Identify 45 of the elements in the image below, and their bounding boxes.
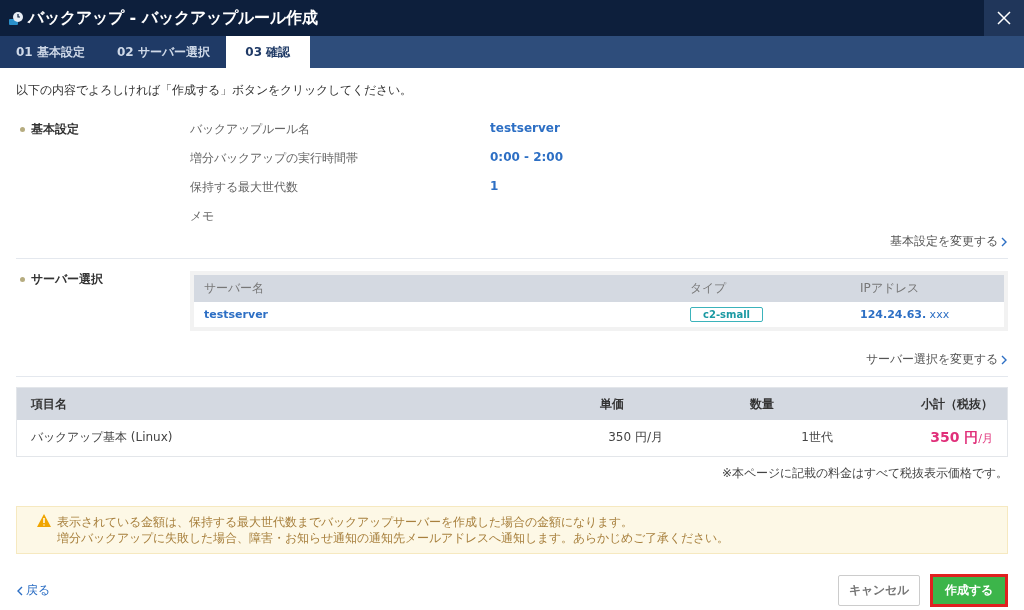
column-header: 小計（税抜） bbox=[847, 388, 1007, 420]
instruction-text: 以下の内容でよろしければ「作成する」ボタンをクリックしてください。 bbox=[16, 82, 413, 99]
column-header: 数量 bbox=[677, 388, 847, 420]
back-link[interactable]: 戻る bbox=[16, 582, 50, 599]
field-label: 増分バックアップの実行時間帯 bbox=[190, 150, 359, 167]
close-button[interactable] bbox=[984, 0, 1024, 36]
field-label: バックアップルール名 bbox=[190, 121, 311, 138]
table-cell-text: 350 円/月 bbox=[607, 429, 664, 446]
close-icon bbox=[997, 11, 1011, 25]
window-title: バックアップ - バックアップルール作成 bbox=[28, 7, 319, 29]
field-value: 0:00 - 2:00 bbox=[490, 150, 564, 166]
subtotal-amount: 350 円 bbox=[930, 429, 979, 447]
column-header: 項目名 bbox=[17, 388, 547, 420]
chevron-right-icon bbox=[1000, 354, 1008, 365]
column-header: 単価 bbox=[547, 388, 677, 420]
server-name-cell: testserver bbox=[194, 302, 680, 327]
server-type-tag: c2-small bbox=[690, 307, 763, 322]
step-tab[interactable]: 03 確認 bbox=[225, 36, 310, 68]
subtotal-unit: /月 bbox=[978, 432, 993, 446]
ip-address-text: 124.24.63. xxx bbox=[860, 308, 950, 321]
column-header: IPアドレス bbox=[850, 275, 1004, 302]
field-label: メモ bbox=[190, 208, 215, 225]
chevron-left-icon bbox=[16, 585, 24, 596]
section-heading: 基本設定 bbox=[31, 121, 79, 138]
field-label: 保持する最大世代数 bbox=[190, 179, 299, 196]
table-cell-text: バックアップ基本 (Linux) bbox=[30, 429, 174, 446]
bullet-icon bbox=[20, 127, 25, 132]
change-link[interactable]: サーバー選択を変更する bbox=[866, 351, 1008, 368]
step-tab[interactable]: 02 サーバー選択 bbox=[100, 36, 226, 68]
chevron-right-icon bbox=[1000, 236, 1008, 247]
bullet-icon bbox=[20, 277, 25, 282]
change-link[interactable]: 基本設定を変更する bbox=[890, 233, 1008, 250]
field-value: testserver bbox=[490, 121, 561, 137]
backup-clock-icon bbox=[8, 10, 24, 26]
cancel-button[interactable]: キャンセル bbox=[838, 575, 920, 606]
section-heading: サーバー選択 bbox=[31, 271, 103, 288]
tax-note: ※本ページに記載の料金はすべて税抜表示価格です。 bbox=[720, 465, 1008, 482]
warning-text: 増分バックアップに失敗した場合、障害・お知らせ通知の通知先メールアドレスへ通知します。あらかじめご了承ください。 bbox=[57, 530, 729, 546]
table-cell-text: 1世代 bbox=[800, 429, 834, 446]
step-tab[interactable]: 01 基本設定 bbox=[0, 36, 101, 68]
warning-icon bbox=[37, 514, 51, 527]
column-header: サーバー名 bbox=[194, 275, 680, 302]
field-value: 1 bbox=[490, 179, 500, 195]
column-header: タイプ bbox=[680, 275, 850, 302]
warning-text: 表示されている金額は、保持する最大世代数までバックアップサーバーを作成した場合の金額になります。 bbox=[57, 514, 634, 530]
